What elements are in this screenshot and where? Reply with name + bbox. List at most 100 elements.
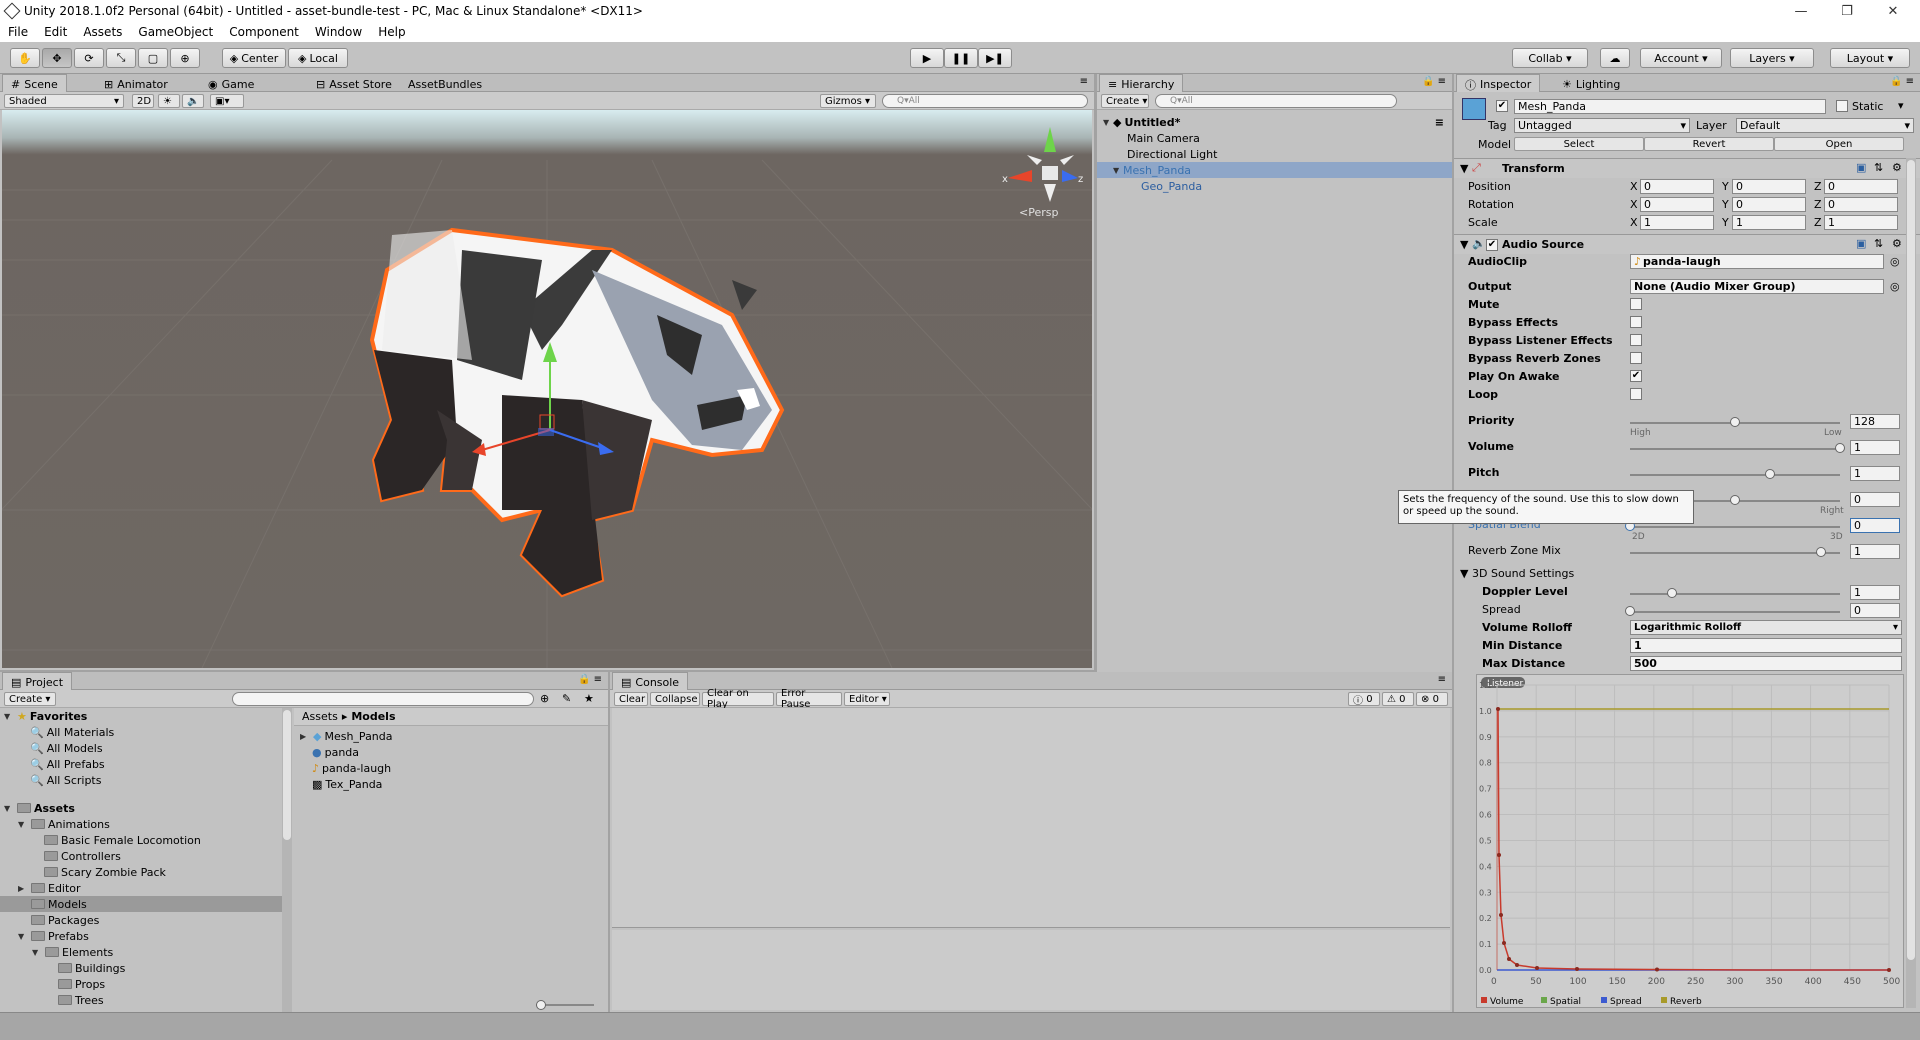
- favorites-row[interactable]: ▼ ★ Favorites: [4, 708, 87, 724]
- cloud-button[interactable]: ☁: [1600, 48, 1630, 68]
- pause-button[interactable]: ❚❚: [944, 48, 978, 68]
- effects-dropdown-icon[interactable]: ▣▾: [210, 94, 244, 108]
- console-log-area[interactable]: [612, 708, 1450, 928]
- project-lock-icon[interactable]: 🔒 ≡: [578, 674, 602, 685]
- help-icon[interactable]: ▣: [1856, 237, 1866, 250]
- step-button[interactable]: ▶❚: [978, 48, 1012, 68]
- gizmos-dropdown[interactable]: Gizmos ▾: [820, 94, 876, 108]
- mute-checkbox[interactable]: [1630, 298, 1642, 310]
- rect-tool-icon[interactable]: ▢: [138, 48, 168, 68]
- folder-scary-zombie-pack[interactable]: Scary Zombie Pack: [44, 864, 166, 880]
- loop-checkbox[interactable]: [1630, 388, 1642, 400]
- console-detail-area[interactable]: [612, 930, 1450, 1010]
- audio-source-header[interactable]: ▼ 🔈 ✔ Audio Source ▣ ⇅ ⚙: [1454, 234, 1920, 254]
- search-by-label-icon[interactable]: ✎: [562, 692, 571, 705]
- hierarchy-search-input[interactable]: Q▾All: [1155, 94, 1397, 108]
- menu-edit[interactable]: Edit: [36, 25, 75, 39]
- position-x-field[interactable]: 0: [1640, 179, 1714, 194]
- breadcrumb-models[interactable]: Models: [351, 710, 395, 723]
- folder-props[interactable]: Props: [58, 976, 105, 992]
- layer-dropdown[interactable]: Default ▾: [1736, 118, 1914, 133]
- hierarchy-lock-icon[interactable]: 🔒 ≡: [1422, 76, 1446, 87]
- doppler-field[interactable]: 1: [1850, 585, 1900, 600]
- menu-assets[interactable]: Assets: [75, 25, 130, 39]
- console-error-toggle[interactable]: ⊗ 0: [1416, 692, 1448, 706]
- reverb-mix-field[interactable]: 1: [1850, 544, 1900, 559]
- folder-controllers[interactable]: Controllers: [44, 848, 121, 864]
- priority-slider-knob[interactable]: [1730, 417, 1740, 427]
- console-menu-icon[interactable]: ≡: [1438, 674, 1446, 685]
- folder-packages[interactable]: Packages: [31, 912, 99, 928]
- object-picker-icon[interactable]: ◎: [1890, 280, 1900, 293]
- tab-scene[interactable]: # Scene: [2, 74, 67, 92]
- minimize-icon[interactable]: —: [1778, 0, 1824, 22]
- min-distance-field[interactable]: 1: [1630, 638, 1902, 653]
- bypass-effects-checkbox[interactable]: [1630, 316, 1642, 328]
- rolloff-graph[interactable]: Listener 1.1 1.0 0.9 0.8 0.7 0.6 0.5 0.4 0.3 0.2 0…: [1476, 674, 1904, 1008]
- move-tool-icon[interactable]: ✥: [42, 48, 72, 68]
- folder-animations[interactable]: ▼ Animations: [18, 816, 110, 832]
- preset-icon[interactable]: ⇅: [1874, 161, 1883, 174]
- close-icon[interactable]: ✕: [1870, 0, 1916, 22]
- max-distance-field[interactable]: 500: [1630, 656, 1902, 671]
- volume-slider-track[interactable]: [1630, 448, 1840, 450]
- layers-dropdown[interactable]: Layers ▾: [1730, 48, 1814, 68]
- favorite-all-prefabs[interactable]: 🔍 All Prefabs: [30, 756, 105, 772]
- object-name-field[interactable]: Mesh_Panda: [1514, 99, 1826, 114]
- reverb-mix-slider-knob[interactable]: [1815, 547, 1826, 557]
- transform-header[interactable]: ▼ ⤢ Transform ▣ ⇅ ⚙: [1454, 158, 1920, 178]
- menu-component[interactable]: Component: [221, 25, 307, 39]
- folder-trees[interactable]: Trees: [58, 992, 104, 1008]
- rotation-z-field[interactable]: 0: [1824, 197, 1898, 212]
- project-create-dropdown[interactable]: Create ▾: [4, 692, 56, 706]
- shading-mode-dropdown[interactable]: Shaded ▾: [4, 94, 124, 108]
- sound3d-title[interactable]: 3D Sound Settings: [1472, 567, 1574, 580]
- collab-button[interactable]: Collab ▾: [1512, 48, 1588, 68]
- folder-buildings[interactable]: Buildings: [58, 960, 125, 976]
- pivot-local-button[interactable]: ◈ Local: [288, 48, 348, 68]
- console-info-toggle[interactable]: ⓘ 0: [1348, 692, 1380, 707]
- favorite-all-materials[interactable]: 🔍 All Materials: [30, 724, 114, 740]
- expand-arrow-icon[interactable]: ▼: [1460, 567, 1468, 580]
- tab-project[interactable]: ▤ Project: [2, 672, 73, 690]
- active-checkbox[interactable]: ✔: [1496, 100, 1508, 112]
- hierarchy-scene-row[interactable]: ▼ ◆ Untitled* ≡: [1097, 114, 1452, 130]
- audio-source-enabled-checkbox[interactable]: ✔: [1486, 239, 1498, 251]
- tab-inspector[interactable]: ⓘ Inspector: [1456, 74, 1541, 92]
- menu-window[interactable]: Window: [307, 25, 370, 39]
- component-settings-icon[interactable]: ⚙: [1892, 161, 1902, 174]
- bypass-reverb-checkbox[interactable]: [1630, 352, 1642, 364]
- icon-size-slider-knob[interactable]: [536, 1000, 546, 1010]
- hierarchy-item-mesh-panda[interactable]: ▼ Mesh_Panda: [1097, 162, 1452, 178]
- inspector-scrollbar[interactable]: [1906, 158, 1916, 1008]
- hierarchy-item-geo-panda[interactable]: Geo_Panda: [1097, 178, 1452, 194]
- scale-tool-icon[interactable]: ⤡: [106, 48, 136, 68]
- tab-console[interactable]: ▤ Console: [612, 672, 689, 690]
- file-mesh-panda[interactable]: ▶ ◆ Mesh_Panda: [300, 728, 393, 744]
- assets-root-row[interactable]: ▼ Assets: [4, 800, 75, 816]
- tag-dropdown[interactable]: Untagged ▾: [1514, 118, 1690, 133]
- spatial-blend-field[interactable]: 0: [1850, 518, 1900, 533]
- volume-slider-knob[interactable]: [1835, 443, 1845, 453]
- tab-hierarchy[interactable]: ≡ Hierarchy: [1099, 74, 1184, 92]
- spread-slider-track[interactable]: [1630, 611, 1840, 613]
- console-warning-toggle[interactable]: ⚠ 0: [1382, 692, 1414, 706]
- project-search-input[interactable]: [232, 692, 534, 706]
- model-select-button[interactable]: Select: [1514, 137, 1644, 151]
- rotate-tool-icon[interactable]: ⟳: [74, 48, 104, 68]
- output-field[interactable]: None (Audio Mixer Group): [1630, 279, 1884, 294]
- console-clear-on-play-button[interactable]: Clear on Play: [702, 688, 774, 710]
- stereo-pan-field[interactable]: 0: [1850, 492, 1900, 507]
- maximize-icon[interactable]: ❐: [1824, 0, 1870, 22]
- tab-asset-bundles[interactable]: AssetBundles: [400, 74, 490, 92]
- favorite-star-icon[interactable]: ★: [584, 692, 594, 705]
- spread-slider-knob[interactable]: [1625, 606, 1635, 616]
- folder-basic-female-locomotion[interactable]: Basic Female Locomotion: [44, 832, 201, 848]
- folder-editor[interactable]: ▶ Editor: [18, 880, 81, 896]
- scene-search-input[interactable]: Q▾All: [882, 94, 1088, 108]
- search-by-type-icon[interactable]: ⊕: [540, 692, 549, 705]
- position-y-field[interactable]: 0: [1732, 179, 1806, 194]
- doppler-slider-knob[interactable]: [1667, 588, 1677, 598]
- priority-field[interactable]: 128: [1850, 414, 1900, 429]
- doppler-slider-track[interactable]: [1630, 593, 1840, 595]
